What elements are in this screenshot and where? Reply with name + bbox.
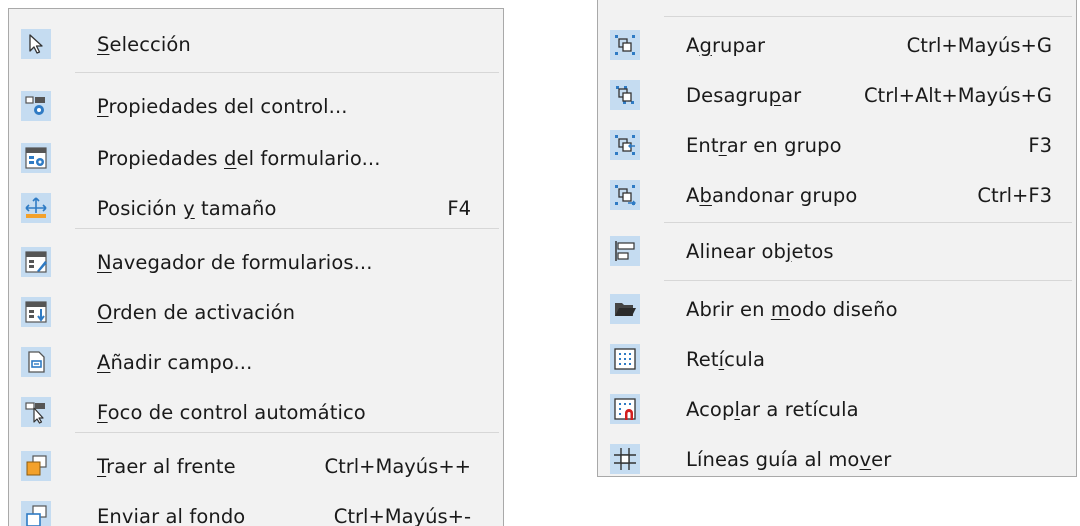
- form-navigator-icon: [21, 247, 51, 277]
- cursor-arrow-icon: [21, 29, 51, 59]
- ungroup-icon: [610, 80, 640, 110]
- bring-to-front-icon: [21, 451, 51, 481]
- group-icon: [610, 30, 640, 60]
- draw-context-menu: Agrupar Ctrl+Mayús+G Desagrupar Ctrl+Alt…: [597, 0, 1077, 477]
- menu-item-group[interactable]: Agrupar Ctrl+Mayús+G: [598, 20, 1076, 70]
- menu-item-label: Entrar en grupo: [686, 133, 842, 157]
- menu-item-label: Líneas guía al mover: [686, 447, 892, 471]
- align-objects-icon: [610, 236, 640, 266]
- shortcut-label: Ctrl+F3: [977, 183, 1052, 207]
- menu-separator: [75, 432, 499, 433]
- menu-item-snap-to-grid[interactable]: Acoplar a retícula: [598, 384, 1076, 434]
- menu-item-label: Alinear objetos: [686, 239, 834, 263]
- exit-group-icon: [610, 180, 640, 210]
- menu-item-guides-when-moving[interactable]: Líneas guía al mover: [598, 434, 1076, 484]
- menu-item-position-size[interactable]: Posición y tamaño F4: [9, 183, 503, 233]
- menu-item-bring-to-front[interactable]: Traer al frente Ctrl+Mayús++: [9, 441, 503, 491]
- menu-item-label: Navegador de formularios...: [97, 250, 373, 274]
- menu-item-label: Orden de activación: [97, 300, 296, 324]
- guides-when-moving-icon: [610, 444, 640, 474]
- menu-item-label: Enviar al fondo: [97, 504, 246, 526]
- menu-item-seleccion[interactable]: Selección: [9, 19, 503, 69]
- menu-separator: [75, 72, 499, 73]
- menu-item-form-properties[interactable]: Propiedades del formulario...: [9, 133, 503, 183]
- auto-focus-icon: [21, 397, 51, 427]
- control-properties-icon: [21, 91, 51, 121]
- shortcut-label: Ctrl+Alt+Mayús+G: [863, 83, 1052, 107]
- menu-item-label: Acoplar a retícula: [686, 397, 859, 421]
- position-size-icon: [21, 193, 51, 223]
- form-context-menu: Selección Propiedades del control... Pro…: [8, 8, 504, 526]
- menu-item-grid[interactable]: Retícula: [598, 334, 1076, 384]
- menu-item-label: Abrir en modo diseño: [686, 297, 898, 321]
- menu-item-tab-order[interactable]: Orden de activación: [9, 287, 503, 337]
- menu-item-add-field[interactable]: Añadir campo...: [9, 337, 503, 387]
- tab-order-icon: [21, 297, 51, 327]
- open-folder-icon: [610, 294, 640, 324]
- menu-item-enter-group[interactable]: Entrar en grupo F3: [598, 120, 1076, 170]
- form-properties-icon: [21, 143, 51, 173]
- menu-item-label: Traer al frente: [97, 454, 236, 478]
- menu-item-label: Agrupar: [686, 33, 766, 57]
- menu-separator: [75, 228, 499, 229]
- send-to-back-icon: [21, 501, 51, 526]
- menu-item-align-objects[interactable]: Alinear objetos: [598, 226, 1076, 276]
- menu-item-open-design-mode[interactable]: Abrir en modo diseño: [598, 284, 1076, 334]
- menu-separator: [664, 16, 1072, 17]
- enter-group-icon: [610, 130, 640, 160]
- shortcut-label: Ctrl+Mayús+-: [333, 504, 471, 526]
- menu-item-label: Retícula: [686, 347, 766, 371]
- menu-item-label: Desagrupar: [686, 83, 802, 107]
- menu-separator: [664, 222, 1072, 223]
- menu-item-control-properties[interactable]: Propiedades del control...: [9, 81, 503, 131]
- menu-item-exit-group[interactable]: Abandonar grupo Ctrl+F3: [598, 170, 1076, 220]
- shortcut-label: F3: [1028, 133, 1052, 157]
- menu-item-send-to-back[interactable]: Enviar al fondo Ctrl+Mayús+-: [9, 491, 503, 526]
- menu-item-label: Selección: [97, 32, 191, 56]
- add-field-icon: [21, 347, 51, 377]
- shortcut-label: Ctrl+Mayús+G: [906, 33, 1052, 57]
- menu-separator: [664, 280, 1072, 281]
- menu-item-label: Propiedades del control...: [97, 94, 348, 118]
- menu-item-label: Propiedades del formulario...: [97, 146, 381, 170]
- menu-item-ungroup[interactable]: Desagrupar Ctrl+Alt+Mayús+G: [598, 70, 1076, 120]
- menu-item-auto-focus[interactable]: Foco de control automático: [9, 387, 503, 437]
- shortcut-label: F4: [447, 196, 471, 220]
- menu-item-label: Foco de control automático: [97, 400, 366, 424]
- menu-item-form-navigator[interactable]: Navegador de formularios...: [9, 237, 503, 287]
- shortcut-label: Ctrl+Mayús++: [324, 454, 471, 478]
- menu-item-label: Abandonar grupo: [686, 183, 858, 207]
- menu-item-label: Añadir campo...: [97, 350, 253, 374]
- menu-item-label: Posición y tamaño: [97, 196, 277, 220]
- snap-to-grid-icon: [610, 394, 640, 424]
- grid-icon: [610, 344, 640, 374]
